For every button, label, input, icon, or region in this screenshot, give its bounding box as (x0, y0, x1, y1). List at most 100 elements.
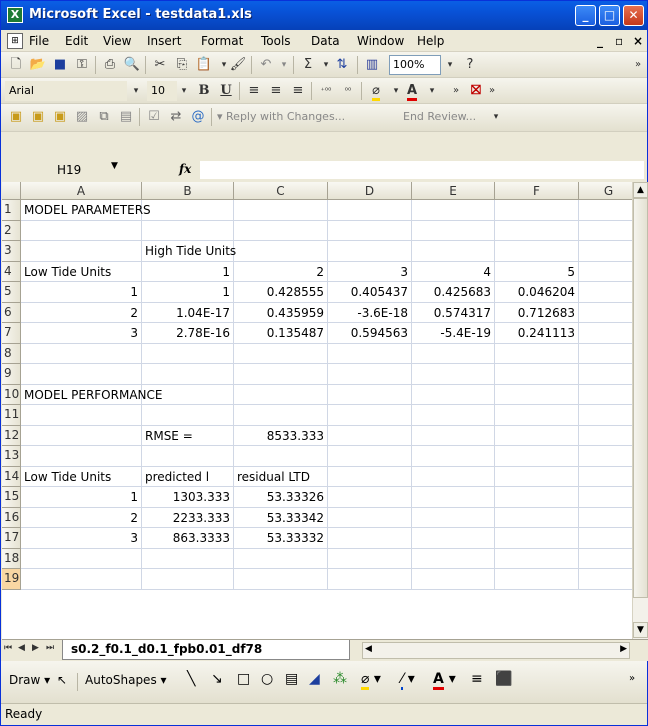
last-sheet-button[interactable]: ⏭ (46, 643, 54, 653)
row-header-14[interactable]: 14 (2, 466, 21, 487)
cell-c17[interactable]: 53.33332 (234, 528, 328, 549)
minimize-button[interactable]: _ (575, 5, 596, 26)
name-box[interactable]: H19 (25, 161, 135, 180)
cell-c1[interactable] (234, 200, 328, 221)
row-header-11[interactable]: 11 (2, 405, 21, 426)
textbox-icon[interactable]: ▤ (285, 671, 298, 687)
cell-e5[interactable]: 0.425683 (412, 282, 495, 303)
cell-g9[interactable] (579, 364, 632, 385)
insert-function-button[interactable]: fx (179, 162, 191, 176)
next-sheet-button[interactable]: ▶ (32, 643, 39, 653)
column-header-a[interactable]: A (21, 182, 142, 200)
cell-e1[interactable] (412, 200, 495, 221)
formula-input[interactable] (199, 160, 645, 180)
sort-ascending-icon[interactable]: ⇅ (333, 56, 351, 74)
cell-e8[interactable] (412, 343, 495, 364)
cell-a1[interactable]: MODEL PARAMETERS (21, 200, 151, 221)
cell-b11[interactable] (142, 405, 234, 426)
cell-c15[interactable]: 53.33326 (234, 487, 328, 508)
maximize-button[interactable]: □ (599, 5, 620, 26)
cell-c11[interactable] (234, 405, 328, 426)
cell-e6[interactable]: 0.574317 (412, 302, 495, 323)
permission-icon[interactable]: ⚿ (73, 56, 91, 74)
cell-a15[interactable]: 1 (21, 487, 142, 508)
cell-e13[interactable] (412, 446, 495, 467)
drawing-fill-color-icon[interactable]: ⌀ ▾ (361, 671, 381, 690)
cell-c6[interactable]: 0.435959 (234, 302, 328, 323)
document-icon[interactable]: ⊞ (7, 33, 23, 49)
paste-icon[interactable]: 📋 (195, 56, 213, 74)
cell-a3[interactable] (21, 241, 142, 262)
cell-e2[interactable] (412, 220, 495, 241)
align-right-icon[interactable]: ≡ (289, 82, 307, 100)
row-header-19[interactable]: 19 (2, 569, 21, 590)
cell-b2[interactable] (142, 220, 234, 241)
sheet-tab-active[interactable]: s0.2_f0.1_d0.1_fpb0.01_df78 (62, 640, 350, 660)
autoshapes-menu-button[interactable]: AutoShapes ▾ (85, 673, 167, 687)
cell-f16[interactable] (495, 507, 579, 528)
underline-button[interactable]: U (217, 82, 235, 100)
cell-b17[interactable]: 863.3333 (142, 528, 234, 549)
help-icon[interactable]: ? (461, 56, 479, 74)
menu-view[interactable]: View (103, 34, 131, 48)
select-all-corner[interactable] (2, 182, 21, 200)
vertical-scrollbar[interactable]: ▲ ▼ (632, 182, 648, 639)
doc-minimize-button[interactable]: _ (597, 34, 603, 48)
scroll-down-button[interactable]: ▼ (633, 622, 648, 638)
row-header-18[interactable]: 18 (2, 548, 21, 569)
cell-a7[interactable]: 3 (21, 323, 142, 344)
horizontal-scrollbar[interactable]: ◀ ▶ (362, 642, 630, 659)
cell-d7[interactable]: 0.594563 (328, 323, 412, 344)
autosum-icon[interactable]: Σ (299, 56, 317, 74)
row-header-4[interactable]: 4 (2, 261, 21, 282)
cell-f7[interactable]: 0.241113 (495, 323, 579, 344)
cell-c7[interactable]: 0.135487 (234, 323, 328, 344)
cell-a18[interactable] (21, 548, 142, 569)
toolbar-options-icon-2[interactable]: » (447, 82, 465, 100)
cell-b7[interactable]: 2.78E-16 (142, 323, 234, 344)
font-color-dropdown-icon[interactable]: ▾ (423, 82, 441, 100)
cell-d4[interactable]: 3 (328, 261, 412, 282)
line-icon[interactable]: ╲ (187, 671, 195, 687)
cell-g13[interactable] (579, 446, 632, 467)
rectangle-icon[interactable]: □ (237, 671, 250, 687)
menu-insert[interactable]: Insert (147, 34, 181, 48)
line-style-icon[interactable]: ≡ (471, 671, 483, 687)
drawing-toolbar-options-icon[interactable]: » (629, 673, 635, 684)
wordart-icon[interactable]: ◢ (309, 671, 320, 687)
column-header-e[interactable]: E (412, 182, 495, 200)
cell-f14[interactable] (495, 466, 579, 487)
column-header-g[interactable]: G (579, 182, 632, 200)
toolbar-options-icon-3[interactable]: » (483, 82, 501, 100)
cell-d18[interactable] (328, 548, 412, 569)
print-icon[interactable]: ⎙ (101, 56, 119, 74)
open-icon[interactable]: 📂 (29, 56, 47, 74)
cell-e19[interactable] (412, 569, 495, 590)
cell-d19[interactable] (328, 569, 412, 590)
cell-b3[interactable]: High Tide Units (142, 241, 236, 262)
cell-e7[interactable]: -5.4E-19 (412, 323, 495, 344)
font-dropdown-icon[interactable]: ▾ (127, 82, 145, 100)
3d-style-icon[interactable]: ⬛ (495, 671, 512, 687)
chart-wizard-icon[interactable]: ▥ (363, 56, 381, 74)
row-header-7[interactable]: 7 (2, 323, 21, 344)
cell-a2[interactable] (21, 220, 142, 241)
font-select[interactable]: Arial (5, 81, 127, 101)
column-header-f[interactable]: F (495, 182, 579, 200)
undo-icon[interactable]: ↶ (257, 56, 275, 74)
excel-app-icon[interactable]: X (7, 7, 23, 23)
menu-file[interactable]: File (29, 34, 49, 48)
send-icon[interactable]: @ (189, 108, 207, 126)
cell-f10[interactable] (495, 384, 579, 405)
menu-window[interactable]: Window (357, 34, 404, 48)
close-button[interactable]: ✕ (623, 5, 644, 26)
cell-e10[interactable] (412, 384, 495, 405)
cell-d6[interactable]: -3.6E-18 (328, 302, 412, 323)
row-header-13[interactable]: 13 (2, 446, 21, 467)
cell-d16[interactable] (328, 507, 412, 528)
cell-a14[interactable]: Low Tide Units (21, 466, 142, 487)
decrease-decimal-icon[interactable]: ⁰⁰ (339, 82, 357, 100)
cell-b10[interactable] (142, 384, 234, 405)
cell-g5[interactable] (579, 282, 632, 303)
previous-comment-icon[interactable]: ▣ (29, 108, 47, 126)
